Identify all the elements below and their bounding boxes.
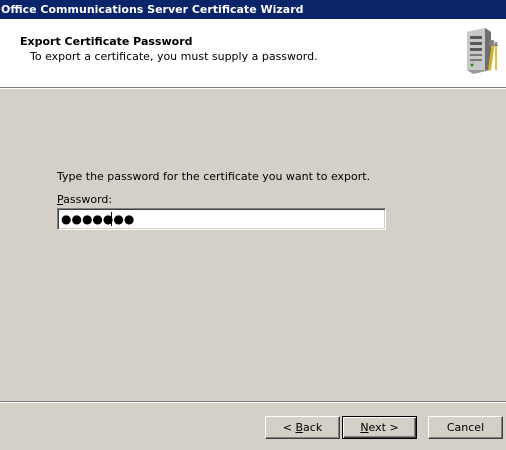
wizard-header: Export Certificate Password To export a … [0, 19, 506, 89]
password-masked-value: ●●●●●●● [61, 212, 135, 226]
wizard-window: Office Communications Server Certificate… [0, 0, 506, 450]
page-title: Export Certificate Password [20, 35, 193, 48]
back-button-text: ack [303, 420, 323, 434]
back-button-prefix: < [282, 420, 296, 434]
window-title-bar[interactable]: Office Communications Server Certificate… [0, 0, 506, 19]
server-tools-icon [467, 28, 498, 74]
password-label: Password: [57, 193, 112, 206]
cancel-button[interactable]: Cancel [428, 416, 503, 439]
back-button[interactable]: < Back [265, 416, 340, 439]
back-button-accelerator: B [295, 420, 304, 434]
password-field[interactable]: ●●●●●●● [57, 208, 386, 230]
page-subtitle: To export a certificate, you must supply… [30, 50, 318, 63]
text-caret [111, 212, 112, 226]
window-title: Office Communications Server Certificate… [1, 3, 304, 16]
next-button[interactable]: Next > [342, 416, 417, 439]
next-button-accelerator: N [360, 420, 369, 434]
password-prompt: Type the password for the certificate yo… [57, 170, 371, 183]
password-label-text: assword: [63, 193, 113, 206]
next-button-text: ext > [368, 420, 399, 434]
footer-divider [0, 401, 506, 403]
